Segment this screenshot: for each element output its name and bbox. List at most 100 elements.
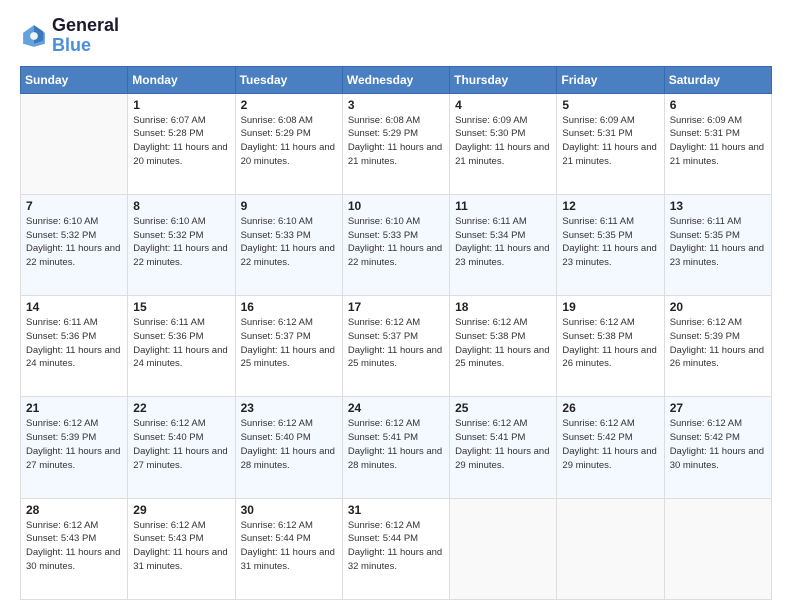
- day-info: Sunrise: 6:11 AMSunset: 5:35 PMDaylight:…: [670, 215, 766, 270]
- col-header-sunday: Sunday: [21, 66, 128, 93]
- logo-text-general: General: [52, 16, 119, 36]
- calendar-cell: 17 Sunrise: 6:12 AMSunset: 5:37 PMDayligh…: [342, 296, 449, 397]
- logo-text-blue: Blue: [52, 36, 119, 56]
- calendar-week-1: 1 Sunrise: 6:07 AMSunset: 5:28 PMDaylight…: [21, 93, 772, 194]
- calendar-cell: 14 Sunrise: 6:11 AMSunset: 5:36 PMDayligh…: [21, 296, 128, 397]
- day-info: Sunrise: 6:12 AMSunset: 5:39 PMDaylight:…: [26, 417, 122, 472]
- day-info: Sunrise: 6:11 AMSunset: 5:35 PMDaylight:…: [562, 215, 658, 270]
- calendar-cell: 26 Sunrise: 6:12 AMSunset: 5:42 PMDayligh…: [557, 397, 664, 498]
- day-info: Sunrise: 6:12 AMSunset: 5:37 PMDaylight:…: [348, 316, 444, 371]
- calendar-cell: 3Sunrise: 6:08 AMSunset: 5:29 PMDaylight…: [342, 93, 449, 194]
- calendar-cell: 7 Sunrise: 6:10 AMSunset: 5:32 PMDaylight…: [21, 194, 128, 295]
- calendar-cell: 6Sunrise: 6:09 AMSunset: 5:31 PMDaylight…: [664, 93, 771, 194]
- day-info: Sunrise: 6:12 AMSunset: 5:43 PMDaylight:…: [133, 519, 229, 574]
- day-info: Sunrise: 6:11 AMSunset: 5:36 PMDaylight:…: [133, 316, 229, 371]
- col-header-friday: Friday: [557, 66, 664, 93]
- day-number: 17: [348, 300, 444, 314]
- col-header-monday: Monday: [128, 66, 235, 93]
- col-header-saturday: Saturday: [664, 66, 771, 93]
- day-info: Sunrise: 6:10 AMSunset: 5:33 PMDaylight:…: [348, 215, 444, 270]
- day-info: Sunrise: 6:12 AMSunset: 5:37 PMDaylight:…: [241, 316, 337, 371]
- day-info: Sunrise: 6:08 AMSunset: 5:29 PMDaylight:…: [241, 114, 337, 169]
- day-number: 6: [670, 98, 766, 112]
- calendar-week-4: 21 Sunrise: 6:12 AMSunset: 5:39 PMDayligh…: [21, 397, 772, 498]
- day-number: 24: [348, 401, 444, 415]
- calendar-cell: 29Sunrise: 6:12 AMSunset: 5:43 PMDayligh…: [128, 498, 235, 599]
- day-number: 20: [670, 300, 766, 314]
- calendar-cell: 10 Sunrise: 6:10 AMSunset: 5:33 PMDayligh…: [342, 194, 449, 295]
- calendar-cell: 5 Sunrise: 6:09 AMSunset: 5:31 PMDaylight…: [557, 93, 664, 194]
- day-info: Sunrise: 6:09 AMSunset: 5:30 PMDaylight:…: [455, 114, 551, 169]
- calendar-cell: 16 Sunrise: 6:12 AMSunset: 5:37 PMDayligh…: [235, 296, 342, 397]
- day-info: Sunrise: 6:12 AMSunset: 5:41 PMDaylight:…: [348, 417, 444, 472]
- day-number: 5: [562, 98, 658, 112]
- col-header-thursday: Thursday: [450, 66, 557, 93]
- day-info: Sunrise: 6:10 AMSunset: 5:32 PMDaylight:…: [26, 215, 122, 270]
- calendar-cell: 22 Sunrise: 6:12 AMSunset: 5:40 PMDayligh…: [128, 397, 235, 498]
- day-number: 26: [562, 401, 658, 415]
- col-header-tuesday: Tuesday: [235, 66, 342, 93]
- day-info: Sunrise: 6:12 AMSunset: 5:38 PMDaylight:…: [562, 316, 658, 371]
- day-info: Sunrise: 6:12 AMSunset: 5:40 PMDaylight:…: [133, 417, 229, 472]
- day-number: 9: [241, 199, 337, 213]
- calendar-cell: [450, 498, 557, 599]
- day-number: 31: [348, 503, 444, 517]
- calendar-cell: 23Sunrise: 6:12 AMSunset: 5:40 PMDayligh…: [235, 397, 342, 498]
- calendar-cell: 21 Sunrise: 6:12 AMSunset: 5:39 PMDayligh…: [21, 397, 128, 498]
- calendar-cell: 15 Sunrise: 6:11 AMSunset: 5:36 PMDayligh…: [128, 296, 235, 397]
- calendar-cell: 1 Sunrise: 6:07 AMSunset: 5:28 PMDaylight…: [128, 93, 235, 194]
- day-info: Sunrise: 6:12 AMSunset: 5:43 PMDaylight:…: [26, 519, 122, 574]
- day-number: 2: [241, 98, 337, 112]
- calendar-cell: 13 Sunrise: 6:11 AMSunset: 5:35 PMDayligh…: [664, 194, 771, 295]
- day-info: Sunrise: 6:12 AMSunset: 5:40 PMDaylight:…: [241, 417, 337, 472]
- calendar-cell: 19 Sunrise: 6:12 AMSunset: 5:38 PMDayligh…: [557, 296, 664, 397]
- day-info: Sunrise: 6:12 AMSunset: 5:44 PMDaylight:…: [241, 519, 337, 574]
- day-info: Sunrise: 6:12 AMSunset: 5:44 PMDaylight:…: [348, 519, 444, 574]
- day-number: 22: [133, 401, 229, 415]
- day-info: Sunrise: 6:10 AMSunset: 5:32 PMDaylight:…: [133, 215, 229, 270]
- calendar-cell: 30 Sunrise: 6:12 AMSunset: 5:44 PMDayligh…: [235, 498, 342, 599]
- day-number: 10: [348, 199, 444, 213]
- day-number: 14: [26, 300, 122, 314]
- day-info: Sunrise: 6:12 AMSunset: 5:42 PMDaylight:…: [562, 417, 658, 472]
- day-info: Sunrise: 6:12 AMSunset: 5:39 PMDaylight:…: [670, 316, 766, 371]
- day-number: 7: [26, 199, 122, 213]
- calendar-week-2: 7 Sunrise: 6:10 AMSunset: 5:32 PMDaylight…: [21, 194, 772, 295]
- calendar-cell: 4 Sunrise: 6:09 AMSunset: 5:30 PMDaylight…: [450, 93, 557, 194]
- day-info: Sunrise: 6:07 AMSunset: 5:28 PMDaylight:…: [133, 114, 229, 169]
- day-number: 21: [26, 401, 122, 415]
- calendar-cell: 9 Sunrise: 6:10 AMSunset: 5:33 PMDaylight…: [235, 194, 342, 295]
- calendar-cell: 18Sunrise: 6:12 AMSunset: 5:38 PMDayligh…: [450, 296, 557, 397]
- day-info: Sunrise: 6:08 AMSunset: 5:29 PMDaylight:…: [348, 114, 444, 169]
- calendar-cell: 20 Sunrise: 6:12 AMSunset: 5:39 PMDayligh…: [664, 296, 771, 397]
- day-number: 4: [455, 98, 551, 112]
- calendar-cell: 24 Sunrise: 6:12 AMSunset: 5:41 PMDayligh…: [342, 397, 449, 498]
- day-number: 1: [133, 98, 229, 112]
- calendar-cell: [21, 93, 128, 194]
- day-number: 11: [455, 199, 551, 213]
- page: General Blue SundayMondayTuesdayWednesda…: [0, 0, 792, 612]
- day-info: Sunrise: 6:09 AMSunset: 5:31 PMDaylight:…: [562, 114, 658, 169]
- day-info: Sunrise: 6:11 AMSunset: 5:34 PMDaylight:…: [455, 215, 551, 270]
- logo-icon: [20, 22, 48, 50]
- day-number: 15: [133, 300, 229, 314]
- calendar-week-3: 14 Sunrise: 6:11 AMSunset: 5:36 PMDayligh…: [21, 296, 772, 397]
- calendar-week-5: 28 Sunrise: 6:12 AMSunset: 5:43 PMDayligh…: [21, 498, 772, 599]
- day-info: Sunrise: 6:12 AMSunset: 5:41 PMDaylight:…: [455, 417, 551, 472]
- day-number: 25: [455, 401, 551, 415]
- day-number: 8: [133, 199, 229, 213]
- calendar-cell: 2 Sunrise: 6:08 AMSunset: 5:29 PMDaylight…: [235, 93, 342, 194]
- col-header-wednesday: Wednesday: [342, 66, 449, 93]
- day-number: 13: [670, 199, 766, 213]
- day-number: 18: [455, 300, 551, 314]
- day-number: 19: [562, 300, 658, 314]
- calendar-cell: 8 Sunrise: 6:10 AMSunset: 5:32 PMDaylight…: [128, 194, 235, 295]
- day-info: Sunrise: 6:11 AMSunset: 5:36 PMDaylight:…: [26, 316, 122, 371]
- day-number: 28: [26, 503, 122, 517]
- day-number: 16: [241, 300, 337, 314]
- day-info: Sunrise: 6:10 AMSunset: 5:33 PMDaylight:…: [241, 215, 337, 270]
- day-number: 30: [241, 503, 337, 517]
- header: General Blue: [20, 16, 772, 56]
- calendar-cell: 31 Sunrise: 6:12 AMSunset: 5:44 PMDayligh…: [342, 498, 449, 599]
- calendar-cell: 28 Sunrise: 6:12 AMSunset: 5:43 PMDayligh…: [21, 498, 128, 599]
